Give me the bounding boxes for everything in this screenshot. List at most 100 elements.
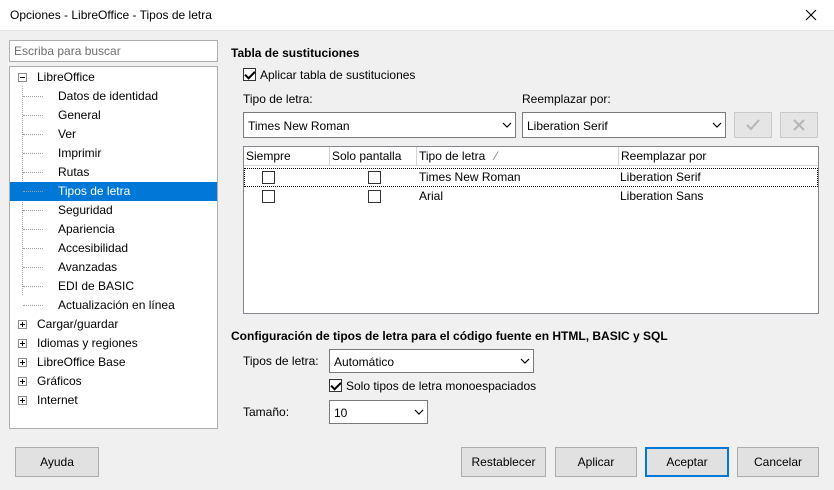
collapse-icon[interactable] <box>18 73 27 82</box>
tree-item-label: Accesibilidad <box>58 241 129 255</box>
expand-icon[interactable] <box>18 396 27 405</box>
replace-by-combo-dropdown[interactable] <box>708 113 725 137</box>
tree-item-imprimir[interactable]: Imprimir <box>10 144 217 163</box>
search-placeholder: Escriba para buscar <box>14 44 121 58</box>
search-input[interactable]: Escriba para buscar <box>9 40 218 62</box>
tree-item-label: Gráficos <box>37 374 82 388</box>
tree-item-ver[interactable]: Ver <box>10 125 217 144</box>
chevron-down-icon <box>502 122 512 128</box>
tree-item-general[interactable]: General <box>10 106 217 125</box>
checkmark-icon <box>746 119 760 131</box>
table-row[interactable]: Times New Roman Liberation Serif <box>244 168 818 187</box>
tree-item-libreoffice-base[interactable]: LibreOffice Base <box>10 353 217 372</box>
tree-item-label: Datos de identidad <box>58 89 159 103</box>
chevron-down-icon <box>414 409 424 415</box>
table-cell-replace: Liberation Sans <box>620 189 704 203</box>
tree-item-tipos-de-letra[interactable]: Tipos de letra <box>10 182 217 201</box>
window-title: Opciones - LibreOffice - Tipos de letra <box>10 8 212 22</box>
size-combo-dropdown[interactable] <box>410 401 427 423</box>
tree-item-accesibilidad[interactable]: Accesibilidad <box>10 239 217 258</box>
tree-connector <box>23 267 43 268</box>
always-checkbox[interactable] <box>262 171 275 184</box>
tree-item-idiomas-y-regiones[interactable]: Idiomas y regiones <box>10 334 217 353</box>
reset-button[interactable]: Restablecer <box>461 447 546 477</box>
tree-connector <box>23 286 43 287</box>
expand-icon[interactable] <box>18 377 27 386</box>
tree-item-label: Idiomas y regiones <box>37 336 138 350</box>
source-fonts-combo-dropdown[interactable] <box>516 350 533 372</box>
tree-item-cargar-guardar[interactable]: Cargar/guardar <box>10 315 217 334</box>
always-checkbox[interactable] <box>262 190 275 203</box>
size-label: Tamaño: <box>243 405 290 419</box>
apply-button[interactable]: Aplicar <box>555 447 637 477</box>
tree-item-graficos[interactable]: Gráficos <box>10 372 217 391</box>
apply-replacement-label: Aplicar tabla de sustituciones <box>260 68 416 82</box>
expand-icon[interactable] <box>18 358 27 367</box>
column-header-siempre[interactable]: Siempre <box>244 147 330 166</box>
options-tree[interactable]: LibreOffice Datos de identidad General V… <box>9 66 218 429</box>
tree-item-seguridad[interactable]: Seguridad <box>10 201 217 220</box>
column-header-label: Reemplazar por <box>621 149 707 163</box>
help-button-label: Ayuda <box>40 455 74 469</box>
expand-icon[interactable] <box>18 320 27 329</box>
replace-by-label: Reemplazar por: <box>522 92 611 106</box>
options-dialog: Escriba para buscar LibreOffice Datos de… <box>0 31 834 490</box>
size-combo-value: 10 <box>334 406 348 420</box>
screen-only-checkbox[interactable] <box>368 190 381 203</box>
close-button[interactable] <box>798 3 824 27</box>
column-header-solo-pantalla[interactable]: Solo pantalla <box>330 147 417 166</box>
font-combo-dropdown[interactable] <box>498 113 515 137</box>
replace-by-combo[interactable]: Liberation Serif <box>522 112 726 138</box>
column-header-tipo-de-letra[interactable]: Tipo de letra ⁄ <box>417 147 619 166</box>
tree-item-libreoffice[interactable]: LibreOffice <box>10 68 217 87</box>
tree-item-label: EDI de BASIC <box>58 279 135 293</box>
source-fonts-combo[interactable]: Automático <box>329 349 534 373</box>
column-header-label: Siempre <box>246 149 291 163</box>
screen-only-checkbox[interactable] <box>368 171 381 184</box>
tree-item-apariencia[interactable]: Apariencia <box>10 220 217 239</box>
tree-item-label: Tipos de letra <box>58 184 131 198</box>
ok-button-label: Aceptar <box>666 455 708 469</box>
cancel-button[interactable]: Cancelar <box>737 447 819 477</box>
column-header-reemplazar-por[interactable]: Reemplazar por <box>619 147 818 166</box>
tree-item-label: Cargar/guardar <box>37 317 119 331</box>
font-combo[interactable]: Times New Roman <box>243 112 516 138</box>
monospaced-only-checkbox[interactable] <box>329 379 342 392</box>
help-button[interactable]: Ayuda <box>15 447 99 477</box>
tree-connector <box>23 115 43 116</box>
tree-item-datos-de-identidad[interactable]: Datos de identidad <box>10 87 217 106</box>
apply-replacement-button[interactable] <box>734 112 772 138</box>
tree-connector <box>23 305 43 306</box>
replace-by-combo-value: Liberation Serif <box>527 119 608 133</box>
delete-replacement-button[interactable] <box>780 112 818 138</box>
font-combo-value: Times New Roman <box>248 119 350 133</box>
replacement-table[interactable]: Siempre Solo pantalla Tipo de letra ⁄ Re… <box>243 146 819 314</box>
expand-icon[interactable] <box>18 339 27 348</box>
apply-button-label: Aplicar <box>577 455 615 469</box>
tree-item-internet[interactable]: Internet <box>10 391 217 410</box>
tree-connector <box>23 191 43 192</box>
tree-item-label: Rutas <box>58 165 90 179</box>
table-row[interactable]: Arial Liberation Sans <box>244 187 818 206</box>
tree-item-label: Avanzadas <box>58 260 118 274</box>
font-label: Tipo de letra: <box>243 92 313 106</box>
tree-connector <box>23 248 43 249</box>
chevron-down-icon <box>712 122 722 128</box>
tree-item-label: General <box>58 108 101 122</box>
source-fonts-combo-value: Automático <box>334 355 395 369</box>
size-combo[interactable]: 10 <box>329 400 428 424</box>
tree-item-actualizacion-en-linea[interactable]: Actualización en línea <box>10 296 217 315</box>
tree-item-edi-de-basic[interactable]: EDI de BASIC <box>10 277 217 296</box>
tree-item-label: Ver <box>58 127 77 141</box>
table-cell-font: Times New Roman <box>419 170 521 184</box>
tree-connector <box>23 210 43 211</box>
tree-connector <box>23 96 43 97</box>
tree-item-label: LibreOffice Base <box>37 355 126 369</box>
apply-replacement-checkbox[interactable] <box>243 68 256 81</box>
tree-connector <box>23 134 43 135</box>
tree-item-rutas[interactable]: Rutas <box>10 163 217 182</box>
tree-item-label: Actualización en línea <box>58 298 175 312</box>
ok-button[interactable]: Aceptar <box>645 447 729 477</box>
tree-item-avanzadas[interactable]: Avanzadas <box>10 258 217 277</box>
sort-indicator-icon: ⁄ <box>495 149 498 163</box>
